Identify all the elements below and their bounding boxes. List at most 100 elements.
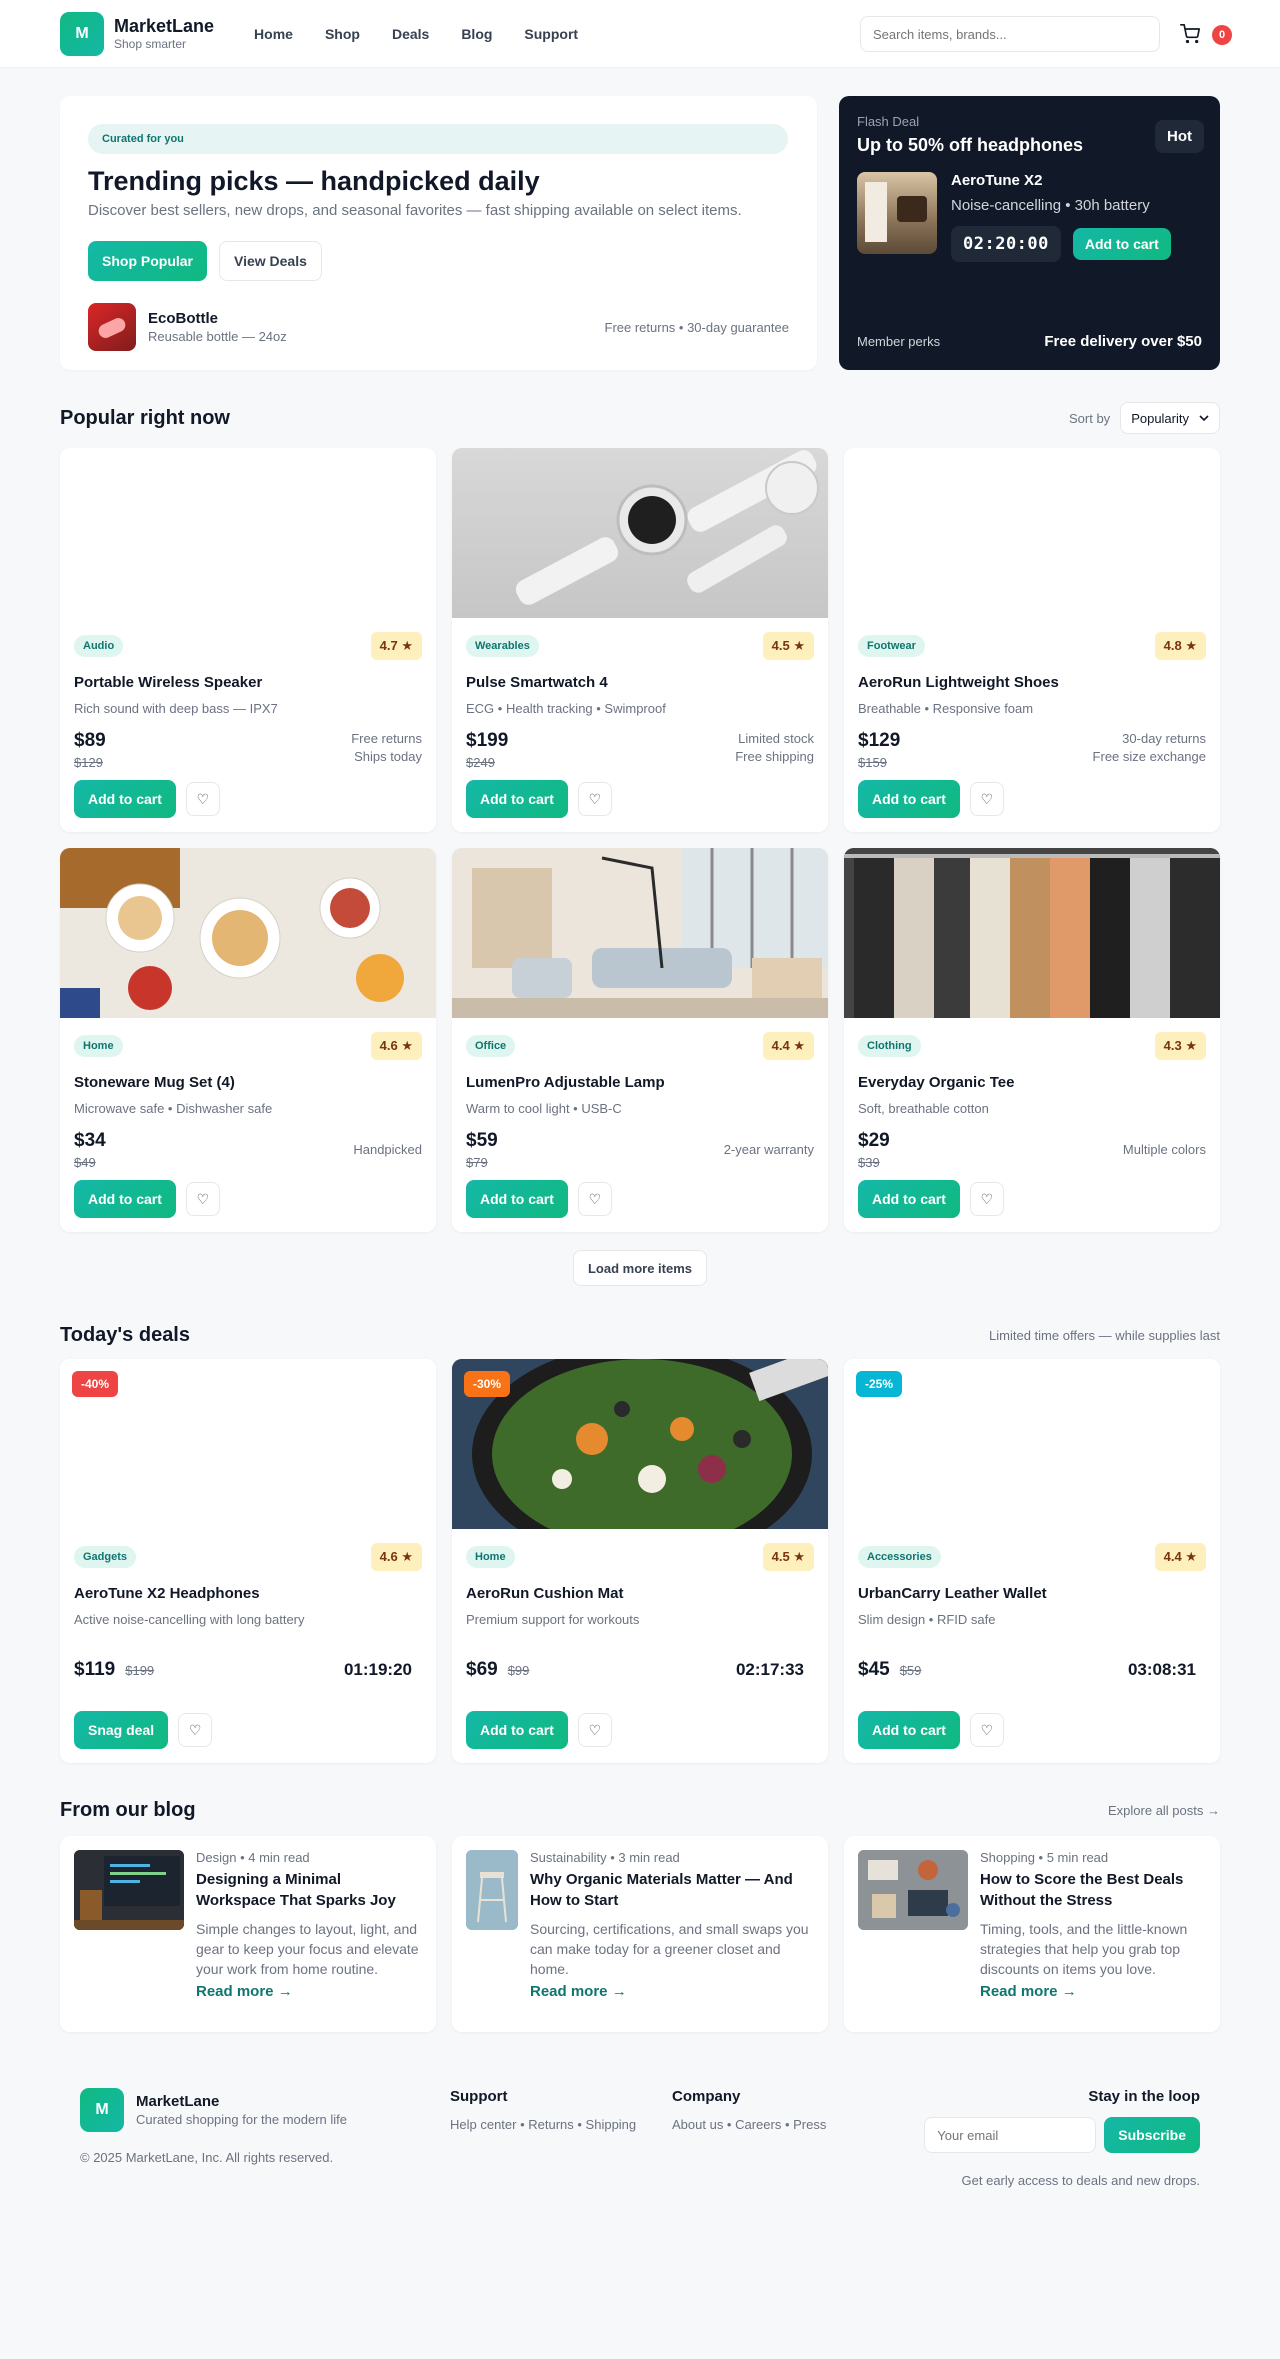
post-thumbnail[interactable] [74, 1850, 184, 1930]
subscribe-button[interactable]: Subscribe [1104, 2117, 1200, 2153]
add-to-cart-button[interactable]: Add to cart [74, 1180, 176, 1218]
blog-post[interactable]: Shopping • 5 min read How to Score the B… [844, 1836, 1220, 2032]
shop-popular-button[interactable]: Shop Popular [88, 241, 207, 281]
product-name[interactable]: Everyday Organic Tee [858, 1074, 1206, 1091]
rating-badge: 4.4 ★ [1154, 1543, 1206, 1571]
product-card[interactable]: Footwear 4.8 ★ AeroRun Lightweight Shoes… [844, 448, 1220, 832]
heart-icon[interactable]: ♡ [969, 1713, 1004, 1747]
blog-post[interactable]: Design • 4 min read Designing a Minimal … [60, 1836, 436, 2032]
product-image[interactable]: -30% [452, 1359, 828, 1529]
product-card[interactable]: Wearables 4.5 ★ Pulse Smartwatch 4 ECG •… [452, 448, 828, 832]
add-to-cart-button[interactable]: Add to cart [858, 1711, 960, 1749]
popular-grid: Audio 4.7 ★ Portable Wireless Speaker Ri… [60, 448, 1220, 1232]
read-more-link[interactable]: Read more → [196, 1983, 293, 2000]
post-thumbnail[interactable] [466, 1850, 518, 1930]
product-image[interactable] [452, 448, 828, 618]
product-desc: Premium support for workouts [466, 1612, 640, 1627]
old-price: $39 [858, 1155, 880, 1170]
deal-card[interactable]: -30% Home 4.5 ★ AeroRun Cushion Mat Prem… [452, 1359, 828, 1763]
product-name[interactable]: Portable Wireless Speaker [74, 674, 422, 691]
product-image[interactable] [60, 848, 436, 1018]
heart-icon[interactable]: ♡ [185, 1182, 220, 1216]
post-title[interactable]: Designing a Minimal Workspace That Spark… [196, 1869, 422, 1911]
support-heading: Support [450, 2088, 508, 2105]
product-desc: Active noise-cancelling with long batter… [74, 1612, 305, 1627]
product-desc: Slim design • RFID safe [858, 1612, 996, 1627]
heart-icon[interactable]: ♡ [577, 1713, 612, 1747]
post-meta: Shopping • 5 min read [980, 1850, 1109, 1865]
view-deals-button[interactable]: View Deals [219, 241, 322, 281]
product-desc: Soft, breathable cotton [858, 1101, 989, 1116]
logo-icon[interactable]: M [60, 12, 104, 56]
post-title[interactable]: Why Organic Materials Matter — And How t… [530, 1869, 814, 1911]
flash-timer: 02:20:00 [951, 226, 1061, 262]
newsletter-note: Get early access to deals and new drops. [961, 2173, 1200, 2188]
category-badge: Clothing [858, 1035, 921, 1057]
product-card[interactable]: Office 4.4 ★ LumenPro Adjustable Lamp Wa… [452, 848, 828, 1232]
add-to-cart-button[interactable]: Add to cart [858, 1180, 960, 1218]
nav-home[interactable]: Home [254, 26, 293, 42]
product-name[interactable]: AeroRun Lightweight Shoes [858, 674, 1206, 691]
product-image[interactable] [844, 848, 1220, 1018]
ecobottle-image[interactable] [88, 303, 136, 351]
load-more-button[interactable]: Load more items [572, 1250, 708, 1286]
add-to-cart-button[interactable]: Add to cart [74, 780, 176, 818]
sort-select[interactable]: Popularity [1120, 402, 1220, 434]
product-image[interactable] [452, 848, 828, 1018]
post-thumbnail[interactable] [858, 1850, 968, 1930]
snag-deal-button[interactable]: Snag deal [74, 1711, 169, 1749]
heart-icon[interactable]: ♡ [178, 1713, 213, 1747]
search-input[interactable] [873, 26, 1147, 42]
heart-icon[interactable]: ♡ [969, 782, 1004, 816]
product-card[interactable]: Audio 4.7 ★ Portable Wireless Speaker Ri… [60, 448, 436, 832]
company-links[interactable]: About us • Careers • Press [672, 2117, 872, 2132]
flash-add-to-cart-button[interactable]: Add to cart [1072, 228, 1171, 260]
product-name[interactable]: UrbanCarry Leather Wallet [858, 1585, 1206, 1602]
product-card[interactable]: Clothing 4.3 ★ Everyday Organic Tee Soft… [844, 848, 1220, 1232]
product-card[interactable]: Home 4.6 ★ Stoneware Mug Set (4) Microwa… [60, 848, 436, 1232]
product-image[interactable]: -40% [60, 1359, 436, 1529]
nav-support[interactable]: Support [524, 26, 578, 42]
product-image[interactable] [60, 448, 436, 618]
heart-icon[interactable]: ♡ [969, 1182, 1004, 1216]
hero-pill: Curated for you [88, 124, 788, 154]
brand[interactable]: MarketLane Shop smarter [114, 16, 214, 52]
product-name[interactable]: AeroTune X2 Headphones [74, 1585, 422, 1602]
nav-deals[interactable]: Deals [392, 26, 429, 42]
price: $34 [74, 1130, 106, 1151]
read-more-link[interactable]: Read more → [530, 1983, 627, 2000]
blog-post[interactable]: Sustainability • 3 min read Why Organic … [452, 1836, 828, 2032]
flash-product-image[interactable] [857, 172, 937, 254]
featured-name[interactable]: EcoBottle [148, 310, 287, 327]
deals-title: Today's deals [60, 1324, 190, 1346]
add-to-cart-button[interactable]: Add to cart [858, 780, 960, 818]
heart-icon[interactable]: ♡ [185, 782, 220, 816]
read-more-link[interactable]: Read more → [980, 1983, 1077, 2000]
popular-title: Popular right now [60, 406, 230, 429]
nav-blog[interactable]: Blog [461, 26, 492, 42]
meta-line: Free returns [351, 731, 422, 746]
heart-icon[interactable]: ♡ [577, 782, 612, 816]
product-name[interactable]: AeroRun Cushion Mat [466, 1585, 814, 1602]
sort-value: Popularity [1131, 410, 1189, 426]
deal-card[interactable]: -25% Accessories 4.4 ★ UrbanCarry Leathe… [844, 1359, 1220, 1763]
category-badge: Office [466, 1035, 516, 1057]
email-field[interactable] [924, 2117, 1097, 2153]
product-image[interactable] [844, 448, 1220, 618]
post-title[interactable]: How to Score the Best Deals Without the … [980, 1869, 1206, 1911]
product-name[interactable]: LumenPro Adjustable Lamp [466, 1074, 814, 1091]
featured-desc: Reusable bottle — 24oz [148, 329, 287, 344]
product-name[interactable]: Pulse Smartwatch 4 [466, 674, 814, 691]
product-image[interactable]: -25% [844, 1359, 1220, 1529]
nav-shop[interactable]: Shop [325, 26, 360, 42]
product-name[interactable]: Stoneware Mug Set (4) [74, 1074, 422, 1091]
deal-card[interactable]: -40% Gadgets 4.6 ★ AeroTune X2 Headphone… [60, 1359, 436, 1763]
heart-icon[interactable]: ♡ [577, 1182, 612, 1216]
support-links[interactable]: Help center • Returns • Shipping [450, 2117, 672, 2132]
explore-posts-link[interactable]: Explore all posts → [1108, 1803, 1220, 1818]
footer-logo-icon[interactable]: M [80, 2088, 124, 2132]
add-to-cart-button[interactable]: Add to cart [466, 780, 568, 818]
cart-button[interactable]: 0 [1180, 16, 1232, 52]
add-to-cart-button[interactable]: Add to cart [466, 1180, 568, 1218]
add-to-cart-button[interactable]: Add to cart [466, 1711, 568, 1749]
